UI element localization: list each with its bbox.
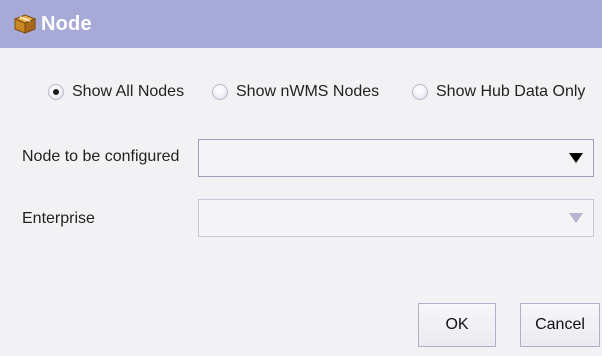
radio-unselected-indicator[interactable] (412, 84, 428, 100)
radio-label: Show All Nodes (72, 83, 185, 100)
dropdown-arrow-icon (569, 213, 583, 223)
node-to-be-configured-combobox[interactable] (198, 139, 594, 177)
radio-show-hub-data-only[interactable]: Show Hub Data Only (412, 83, 585, 101)
box-package-icon (12, 13, 38, 35)
radio-label: Show Hub Data Only (436, 83, 586, 100)
radio-show-all-nodes[interactable]: Show All Nodes (48, 83, 184, 101)
radio-label: Show nWMS Nodes (236, 83, 380, 100)
radio-show-nwms-nodes[interactable]: Show nWMS Nodes (212, 83, 379, 101)
node-field-label: Node to be configured (22, 148, 180, 165)
radio-selected-indicator[interactable] (48, 84, 64, 100)
enterprise-field-label: Enterprise (22, 210, 95, 227)
window-title: Node (41, 12, 92, 35)
radio-unselected-indicator[interactable] (212, 84, 228, 100)
node-filter-radio-group: Show All Nodes Show nWMS Nodes Show Hub … (0, 83, 602, 109)
enterprise-combobox (198, 199, 594, 237)
ok-button[interactable]: OK (418, 303, 496, 347)
cancel-button[interactable]: Cancel (520, 303, 600, 347)
dropdown-arrow-icon[interactable] (569, 153, 583, 163)
title-bar: Node (0, 0, 602, 48)
